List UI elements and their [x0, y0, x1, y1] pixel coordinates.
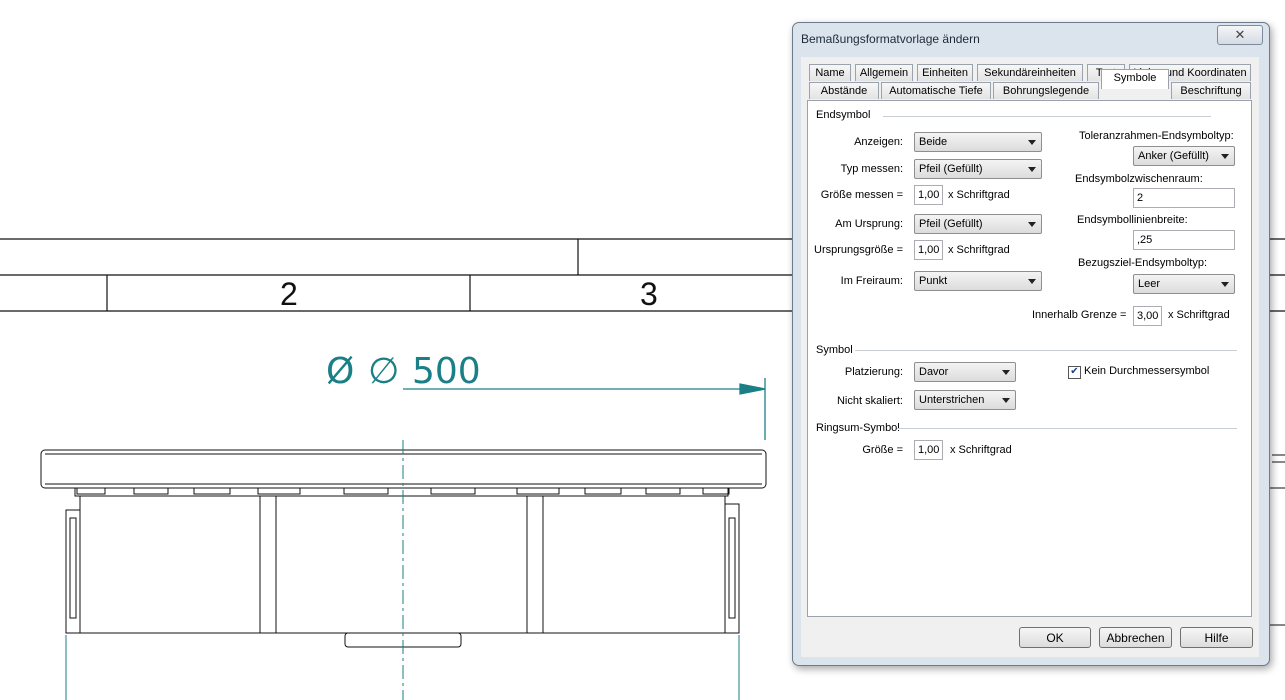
abbrechen-button[interactable]: Abbrechen	[1099, 627, 1172, 648]
tab-einheiten[interactable]: Einheiten	[917, 64, 973, 81]
platzierung-label: Platzierung:	[844, 366, 903, 378]
bezugsziel-dropdown[interactable]: Leer	[1133, 274, 1235, 294]
ringsum-groesse-field[interactable]: 1,00	[914, 440, 943, 460]
innerhalb-grenze-field[interactable]: 3,00	[1133, 306, 1162, 326]
chevron-down-icon	[1028, 167, 1036, 172]
chevron-down-icon	[1028, 222, 1036, 227]
toleranzrahmen-dropdown[interactable]: Anker (Gefüllt)	[1133, 146, 1235, 166]
chevron-down-icon	[1221, 282, 1229, 287]
ursprungsgroesse-unit: x Schriftgrad	[948, 244, 1010, 256]
bezugsziel-label: Bezugsziel-Endsymboltyp:	[1078, 257, 1208, 269]
dimension-prefix-symbol[interactable]: Ø	[326, 351, 354, 392]
anzeigen-value: Beide	[919, 136, 948, 148]
typ-messen-value: Pfeil (Gefüllt)	[919, 163, 983, 175]
groesse-messen-unit: x Schriftgrad	[948, 189, 1010, 201]
tab-allgemein[interactable]: Allgemein	[855, 64, 913, 81]
chevron-down-icon	[1028, 140, 1036, 145]
nicht-skaliert-label: Nicht skaliert:	[836, 395, 903, 407]
symbol-section-label: Symbol	[816, 344, 853, 356]
am-ursprung-value: Pfeil (Gefüllt)	[919, 218, 983, 230]
chevron-down-icon	[1028, 279, 1036, 284]
chevron-down-icon	[1221, 154, 1229, 159]
tab-automatische-tiefe[interactable]: Automatische Tiefe	[881, 82, 991, 99]
kein-durchmessersymbol-label: Kein Durchmessersymbol	[1084, 365, 1210, 377]
endsymbollinienbreite-field[interactable]: ,25	[1133, 230, 1235, 250]
am-ursprung-label: Am Ursprung:	[835, 218, 903, 230]
ringsum-section-label: Ringsum-Symbol	[816, 422, 900, 434]
hilfe-button[interactable]: Hilfe	[1180, 627, 1253, 648]
toleranzrahmen-label: Toleranzrahmen-Endsymboltyp:	[1079, 130, 1234, 142]
endsymbol-separator	[883, 116, 1211, 118]
typ-messen-label: Typ messen:	[840, 163, 903, 175]
ursprungsgroesse-label: Ursprungsgröße =	[814, 244, 903, 256]
dimension-style-dialog: Bemaßungsformatvorlage ändern ✕ Name All…	[792, 22, 1270, 666]
tab-beschriftung[interactable]: Beschriftung	[1171, 82, 1251, 99]
chevron-down-icon	[1002, 370, 1010, 375]
dialog-title: Bemaßungsformatvorlage ändern	[801, 32, 980, 46]
groesse-messen-field[interactable]: 1,00	[914, 185, 943, 205]
am-ursprung-dropdown[interactable]: Pfeil (Gefüllt)	[914, 214, 1042, 234]
tab-bohrungslegende[interactable]: Bohrungslegende	[993, 82, 1099, 99]
im-freiraum-dropdown[interactable]: Punkt	[914, 271, 1042, 291]
endsymbolzwischenraum-label: Endsymbolzwischenraum:	[1075, 173, 1203, 185]
ringsum-separator	[897, 428, 1237, 430]
tab-abstaende[interactable]: Abstände	[809, 82, 879, 99]
title-block-cell-2: 2	[280, 276, 298, 312]
ringsum-groesse-label: Größe =	[862, 444, 903, 456]
endsymbolzwischenraum-field[interactable]: 2	[1133, 188, 1235, 208]
endsymbollinienbreite-label: Endsymbollinienbreite:	[1077, 214, 1188, 226]
innerhalb-grenze-label: Innerhalb Grenze =	[1032, 309, 1127, 321]
dimension-diameter-symbol[interactable]: ∅	[368, 351, 399, 392]
chevron-down-icon	[1002, 398, 1010, 403]
nicht-skaliert-dropdown[interactable]: Unterstrichen	[914, 390, 1016, 410]
tab-sekundaereinheiten[interactable]: Sekundäreinheiten	[977, 64, 1083, 81]
typ-messen-dropdown[interactable]: Pfeil (Gefüllt)	[914, 159, 1042, 179]
im-freiraum-label: Im Freiraum:	[840, 275, 903, 287]
dimension-value[interactable]: 500	[412, 351, 481, 392]
innerhalb-grenze-unit: x Schriftgrad	[1168, 309, 1230, 321]
bezugsziel-value: Leer	[1138, 278, 1161, 290]
ringsum-groesse-unit: x Schriftgrad	[950, 444, 1012, 456]
checkmark-icon: ✔	[1070, 366, 1079, 377]
symbol-separator	[855, 350, 1237, 352]
nicht-skaliert-value: Unterstrichen	[919, 394, 985, 406]
endsymbol-section-label: Endsymbol	[816, 109, 871, 121]
tab-name[interactable]: Name	[809, 64, 851, 81]
im-freiraum-value: Punkt	[919, 275, 948, 287]
anzeigen-label: Anzeigen:	[854, 136, 903, 148]
ursprungsgroesse-field[interactable]: 1,00	[914, 240, 943, 260]
close-icon: ✕	[1234, 27, 1246, 42]
anzeigen-dropdown[interactable]: Beide	[914, 132, 1042, 152]
kein-durchmessersymbol-checkbox[interactable]: ✔	[1068, 366, 1081, 379]
groesse-messen-label: Größe messen =	[820, 189, 903, 201]
tab-symbole[interactable]: Symbole	[1101, 69, 1169, 89]
close-button[interactable]: ✕	[1217, 25, 1263, 45]
toleranzrahmen-value: Anker (Gefüllt)	[1138, 150, 1209, 162]
title-block-cell-3: 3	[640, 276, 658, 312]
ok-button[interactable]: OK	[1019, 627, 1091, 648]
platzierung-dropdown[interactable]: Davor	[914, 362, 1016, 382]
platzierung-value: Davor	[919, 366, 949, 378]
